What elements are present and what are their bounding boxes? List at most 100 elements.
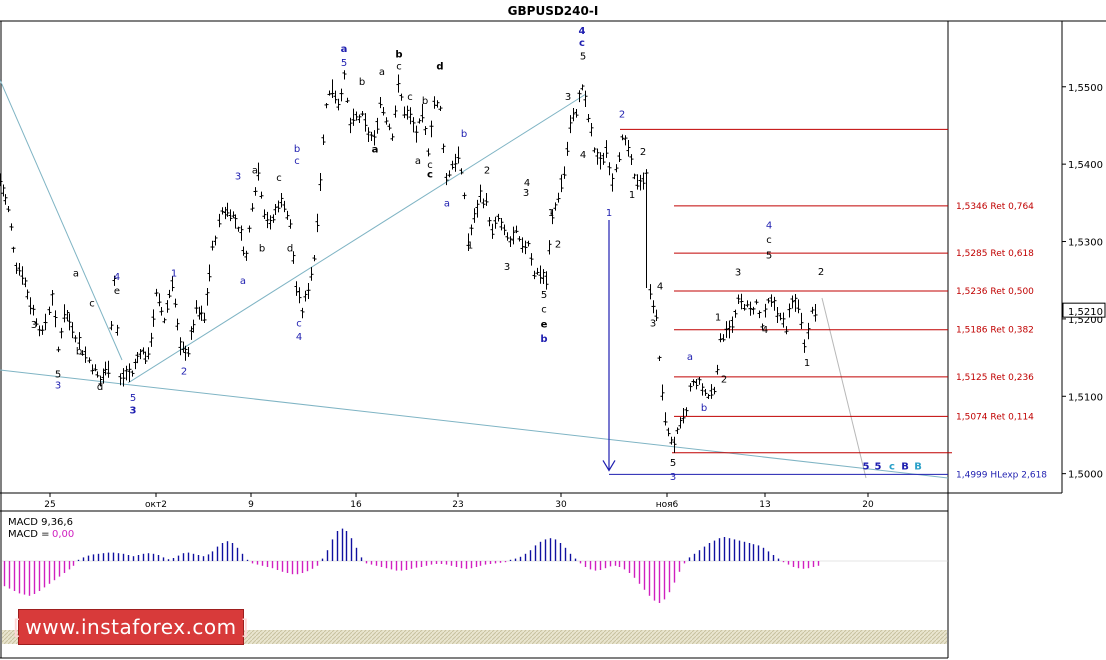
wave-label: c [276,173,282,184]
target-wave-label: B [914,461,922,472]
wave-label: c [296,319,302,330]
wave-label: 3 [235,172,241,183]
current-price-tag: 1,5210 [1062,302,1106,318]
wave-label: b [701,403,707,414]
wave-label: 4 [580,150,586,161]
wave-label: a [73,268,79,279]
wave-label: c [89,299,95,310]
wave-label: c [407,92,413,103]
watermark-text: www.instaforex.com [25,615,237,639]
y-tick-label: 1,5100 [1068,392,1103,403]
wave-label: 5 [541,290,547,301]
y-tick-label: 1,5300 [1068,238,1103,249]
y-tick-label: 1,5000 [1068,470,1103,481]
wave-label: e [541,319,548,330]
chart-title: GBPUSD240-I [508,4,599,18]
x-tick-label: 30 [555,500,567,510]
wave-label: 2 [484,165,490,176]
x-tick-label: окт2 [145,500,167,510]
wave-label: 5 [55,370,61,381]
y-tick-label: 1,5500 [1068,83,1103,94]
wave-label: 5 [670,458,676,469]
wave-label: 4 [762,325,768,336]
x-tick-label: 9 [248,500,254,510]
wave-label: 1 [467,240,473,251]
target-wave-label: B [901,461,909,472]
wave-label: a [240,276,246,287]
indicator-macd-label: MACD = [8,529,50,540]
x-tick-label: 13 [759,500,770,510]
wave-label: 3 [670,472,676,483]
wave-label: 1 [548,208,554,219]
wave-label: b [540,334,547,345]
wave-label: 2 [640,147,646,158]
watermark-bracket-left: [ [13,615,22,639]
fib-level-label: 1,5285 Ret 0,618 [956,249,1034,259]
wave-label: b [259,244,265,255]
wave-label: 2 [555,240,561,251]
wave-label: 5 [341,58,347,69]
fib-level-label: 1,5346 Ret 0,764 [956,202,1034,212]
target-wave-label: c [889,461,895,472]
wave-label: 4 [296,332,302,343]
x-tick-label: 25 [44,500,55,510]
wave-label: 4 [579,26,586,37]
instaforex-watermark[interactable]: [ www.instaforex.com ] [13,609,248,645]
x-tick-label: ноя6 [656,500,679,510]
wave-label: 5 [130,393,136,404]
fib-level-label: 1,5236 Ret 0,500 [956,287,1034,297]
hlexp-level-label: 1,4999 HLexp 2,618 [956,470,1047,480]
wave-label: 2 [818,267,824,278]
wave-label: a [252,165,258,176]
wave-label: a [415,156,421,167]
wave-label: 1 [804,358,810,369]
wave-label: 3 [650,319,656,330]
wave-label: a [379,67,385,78]
wave-label: c [427,169,433,180]
wave-label: d [287,244,293,255]
x-tick-label: 16 [350,500,362,510]
wave-label: c [541,305,547,316]
wave-label: c [579,38,585,49]
x-tick-label: 20 [862,500,874,510]
wave-label: 3 [31,320,37,331]
wave-label: 4 [114,272,120,283]
wave-label: b [461,129,467,140]
wave-label: 5 [766,251,772,262]
wave-label: 1 [715,312,721,323]
y-tick-label: 1,5400 [1068,160,1103,171]
wave-label: b [395,49,402,60]
wave-label: 3 [504,262,510,273]
wave-label: 3 [523,188,529,199]
wave-label: a [444,199,450,210]
wave-label: d [436,62,443,73]
wave-label: 3 [565,92,571,103]
wave-label: b [359,77,365,88]
target-wave-label: 5 [863,461,870,472]
current-price-label: 1,5210 [1068,307,1103,318]
wave-label: c [766,235,772,246]
wave-label: c [294,156,300,167]
wave-label: 1 [171,268,177,279]
chart: GBPUSD240-I 1,5346 Ret 0,764 1,5285 Ret 0… [0,0,1106,660]
wave-label: b [422,96,428,107]
x-tick-label: 23 [452,500,463,510]
wave-label: 5 [580,52,586,63]
wave-label: 4 [657,281,663,292]
wave-label: b [294,144,300,155]
wave-label: a [687,352,693,363]
wave-label: 3 [55,381,61,392]
fib-level-label: 1,5186 Ret 0,382 [956,326,1034,336]
wave-label: 1 [606,208,612,219]
wave-label: 2 [721,374,727,385]
wave-label: a [341,44,348,55]
indicator-macd-value: 0,00 [52,529,74,540]
wave-label: c [396,62,402,73]
wave-label: 4 [766,220,772,231]
wave-label: e [114,286,120,297]
wave-label: 3 [130,405,137,416]
wave-label: 2 [619,110,625,121]
indicator-name: MACD 9,36,6 [8,517,73,528]
wave-label: a [372,145,379,156]
wave-label: b [76,346,82,357]
